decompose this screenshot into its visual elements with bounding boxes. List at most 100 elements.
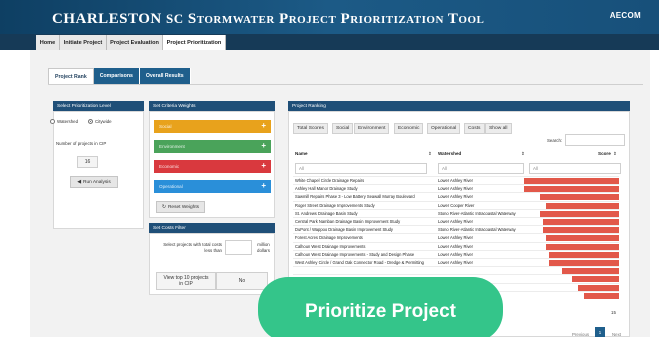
watershed-cell: Stono River-Atlantic Intracoastal Waterw… xyxy=(438,210,516,216)
plus-icon[interactable]: + xyxy=(261,121,266,130)
project-name-cell: West Ashley Circle / Grand Oak Connector… xyxy=(295,260,424,265)
project-name-cell: Calhoun West Drainage Improvements - Stu… xyxy=(295,251,415,257)
col-name-header[interactable]: Name xyxy=(295,151,308,156)
subtab-overall-results[interactable]: Overall Results xyxy=(139,68,191,84)
reset-icon: ↻ xyxy=(161,204,166,210)
score-bar xyxy=(577,284,619,291)
col-score-header[interactable]: Score xyxy=(598,151,611,156)
radio-citywide-dot[interactable] xyxy=(88,119,93,125)
plus-icon[interactable]: + xyxy=(261,141,266,150)
filter-total-scores[interactable]: Total Scores xyxy=(293,123,328,134)
score-bar xyxy=(549,251,619,258)
score-bar xyxy=(546,243,619,250)
filter-environment[interactable]: Environment xyxy=(354,123,390,134)
name-filter-input[interactable]: All xyxy=(295,163,427,174)
watershed-cell: Lower Ashley River xyxy=(438,260,474,265)
weight-operational-label: Operational xyxy=(159,184,183,189)
score-bar xyxy=(539,210,619,217)
prioritize-project-button[interactable]: Prioritize Project xyxy=(258,277,503,337)
filter-costs[interactable]: Costs xyxy=(464,123,485,134)
score-bar xyxy=(543,227,619,234)
watershed-cell: Lower Ashley River xyxy=(438,186,474,192)
sort-icon[interactable]: ⇕ xyxy=(428,151,432,157)
weight-slider-environment[interactable]: Environment + xyxy=(154,140,271,153)
score-bar xyxy=(524,186,619,193)
table-row[interactable]: Central Park Namban Drainage Basin Impro… xyxy=(293,217,619,225)
table-row[interactable]: DuPont / Wappoo Drainage Basin Improveme… xyxy=(293,225,619,234)
subtab-comparisons[interactable]: Comparisons xyxy=(93,68,140,84)
reset-weights-button[interactable]: ↻ Reset Weights xyxy=(156,201,205,213)
weight-slider-economic[interactable]: Economic + xyxy=(154,160,271,173)
pager-page-1[interactable]: 1 xyxy=(595,327,605,337)
pager-previous[interactable]: Previous xyxy=(572,332,589,337)
run-analysis-button[interactable]: ◀ Run Analysis xyxy=(70,176,118,188)
project-name-cell: Ashley Hall Manor Drainage Study xyxy=(295,186,358,192)
project-name-cell: Roger Street Drainage Improvements Study xyxy=(295,202,375,208)
tab-project-prioritization[interactable]: Project Prioritization xyxy=(163,35,226,50)
prioritization-level-panel: Watershed Citywide Number of projects in… xyxy=(50,111,144,229)
table-row[interactable]: Roger Street Drainage Improvements Study… xyxy=(293,200,619,209)
project-name-cell: White Chapel Circle Drainage Repairs xyxy=(295,178,365,183)
table-row[interactable]: Forest Acres Drainage Improvements Lower … xyxy=(293,233,619,242)
project-name-cell: Calhoun West Drainage Improvements xyxy=(295,243,366,249)
table-row[interactable]: St. Andrews Drainage Basin Study Stono Ri… xyxy=(293,208,619,217)
watershed-cell: Lower Ashley River xyxy=(438,194,474,200)
radio-watershed[interactable]: Watershed xyxy=(50,119,79,125)
cip-count-label: Number of projects in CIP xyxy=(56,141,107,146)
weight-slider-social[interactable]: Social + xyxy=(154,120,271,133)
top-nav: Home Initiate Project Project Evaluation… xyxy=(0,34,659,50)
table-row[interactable]: West Ashley Circle / Grand Oak Connector… xyxy=(293,258,619,266)
radio-citywide-label: Citywide xyxy=(95,119,112,124)
search-input[interactable] xyxy=(565,134,625,146)
filter-economic[interactable]: Economic xyxy=(394,123,424,134)
score-filter-input[interactable]: All xyxy=(529,163,621,174)
weight-slider-operational[interactable]: Operational + xyxy=(154,180,271,193)
title-city: Charleston xyxy=(52,11,162,27)
tab-project-evaluation[interactable]: Project Evaluation xyxy=(107,35,163,50)
col-watershed-header[interactable]: Watershed xyxy=(438,151,461,156)
project-ranking-header: Project Ranking xyxy=(288,101,630,111)
radio-citywide[interactable]: Citywide xyxy=(88,119,112,125)
sort-icon[interactable]: ⇕ xyxy=(613,151,617,157)
plus-icon[interactable]: + xyxy=(261,181,266,190)
table-row[interactable]: Ashley Hall Manor Drainage Study Lower As… xyxy=(293,184,619,193)
table-row[interactable]: Calhoun West Drainage Improvements - Stu… xyxy=(293,249,619,258)
app-header: Charleston SC Stormwater Project Priorit… xyxy=(0,0,659,34)
filter-show-all[interactable]: Show all xyxy=(485,123,512,134)
run-icon: ◀ xyxy=(77,179,81,185)
score-bar xyxy=(584,292,619,299)
radio-watershed-dot[interactable] xyxy=(50,119,55,125)
pager-next[interactable]: Next xyxy=(612,332,621,337)
table-row[interactable]: White Chapel Circle Drainage Repairs Lowe… xyxy=(293,176,619,184)
table-row[interactable]: Sawmill Repairs Phase 3 - Low Battery Se… xyxy=(293,192,619,201)
reset-weights-label: Reset Weights xyxy=(167,204,200,210)
radio-watershed-label: Watershed xyxy=(57,119,79,124)
run-analysis-label: Run Analysis xyxy=(82,179,111,185)
cost-limit-input[interactable] xyxy=(225,240,252,255)
cip-count-input[interactable]: 16 xyxy=(77,156,98,168)
filter-social[interactable]: Social xyxy=(332,123,354,134)
project-name-cell: Forest Acres Drainage Improvements xyxy=(295,235,363,241)
filter-operational[interactable]: Operational xyxy=(427,123,461,134)
cost-unit-label: million dollars xyxy=(257,242,270,253)
score-bar xyxy=(546,202,619,209)
plus-icon[interactable]: + xyxy=(261,161,266,170)
watershed-cell: Lower Ashley River xyxy=(438,219,474,224)
search-label: Search: xyxy=(547,138,563,143)
table-row[interactable]: Calhoun West Drainage Improvements Lower … xyxy=(293,241,619,250)
tab-initiate-project[interactable]: Initiate Project xyxy=(60,35,107,50)
top10-toggle[interactable]: No xyxy=(216,272,268,290)
title-state: SC xyxy=(166,11,184,26)
subtab-project-rank[interactable]: Project Rank xyxy=(48,68,94,84)
table-row[interactable] xyxy=(293,266,619,275)
weight-environment-label: Environment xyxy=(159,144,185,149)
cost-limit-label: Select projects with total costs less th… xyxy=(163,242,222,253)
sort-icon[interactable]: ⇕ xyxy=(521,151,525,157)
watershed-cell: Lower Cooper River xyxy=(438,202,475,208)
title-tool: Stormwater Project Prioritization Tool xyxy=(187,11,485,27)
score-bar xyxy=(571,276,619,283)
top10-label: View top 10 projects in CIP xyxy=(156,272,216,290)
watershed-filter-input[interactable]: All xyxy=(438,163,524,174)
score-bar xyxy=(546,235,619,242)
tab-home[interactable]: Home xyxy=(36,35,60,50)
